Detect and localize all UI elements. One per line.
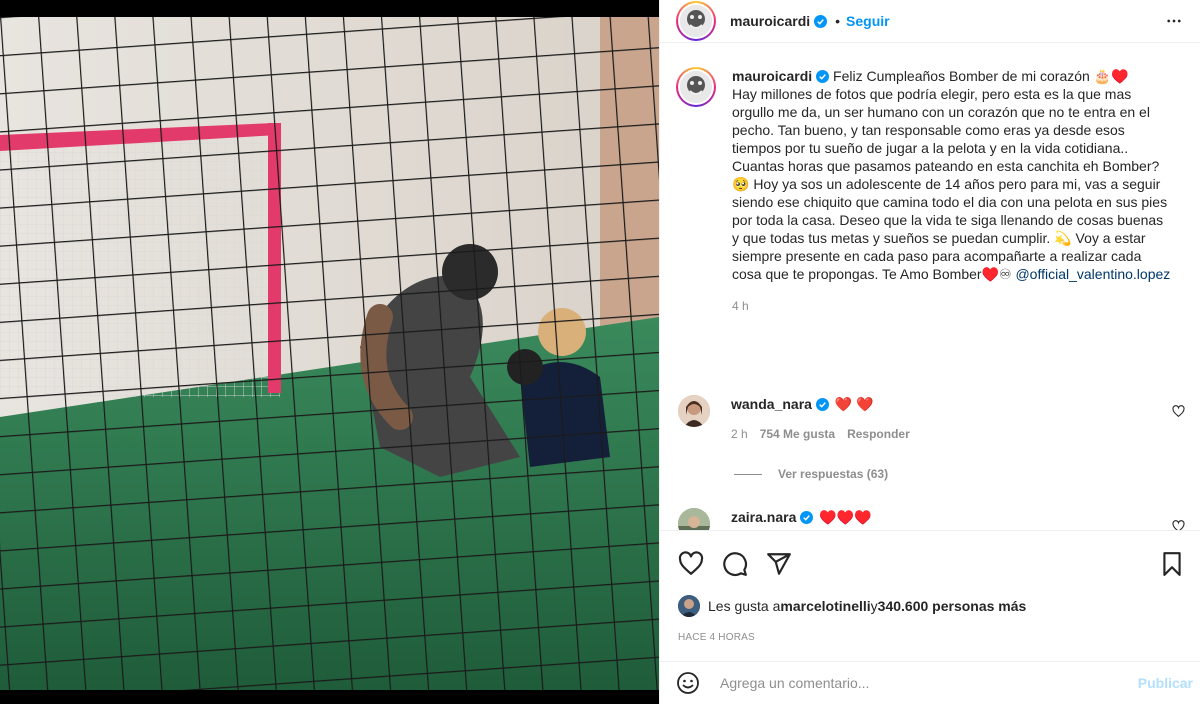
follow-button[interactable]: Seguir <box>846 13 890 29</box>
comment-item: wanda_nara ❤️ ❤️ 2 h 754 Me gusta Responde… <box>676 395 1185 443</box>
photo-illustration <box>0 17 659 690</box>
post-header: mauroicardi • Seguir <box>660 0 1200 43</box>
post-photo[interactable] <box>0 0 659 704</box>
verified-badge-icon <box>814 14 828 28</box>
comments-section[interactable]: mauroicardi Feliz Cumpleaños Bomber de m… <box>660 53 1200 530</box>
post-timestamp[interactable]: HACE 4 HORAS <box>678 632 755 643</box>
action-bar <box>676 551 1185 579</box>
post-details-panel: mauroicardi • Seguir mauroicardi Feliz C… <box>659 0 1200 704</box>
comment-text: ❤️ ❤️ <box>834 396 874 412</box>
comment-icon[interactable] <box>722 551 748 577</box>
likes-summary[interactable]: Les gusta a marcelotinelli y 340.600 per… <box>678 595 1026 617</box>
comment-text: ♥️♥️♥️ <box>819 509 872 525</box>
comment-avatar[interactable] <box>678 508 710 530</box>
comment-item: zaira.nara ♥️♥️♥️ <box>676 508 1185 530</box>
caption-time: 4 h <box>732 299 749 313</box>
verified-badge-icon <box>815 398 829 411</box>
post-actions-section: Les gusta a marcelotinelli y 340.600 per… <box>660 530 1200 652</box>
caption-username[interactable]: mauroicardi <box>732 68 812 84</box>
bookmark-icon[interactable] <box>1159 551 1185 577</box>
add-comment-bar: Publicar <box>660 661 1200 704</box>
separator-dot: • <box>835 13 841 29</box>
comment-username[interactable]: zaira.nara <box>731 509 796 525</box>
caption-avatar[interactable] <box>676 67 716 107</box>
replies-divider <box>734 473 762 475</box>
caption: mauroicardi Feliz Cumpleaños Bomber de m… <box>676 53 1185 315</box>
share-icon[interactable] <box>766 551 792 577</box>
instagram-post: mauroicardi • Seguir mauroicardi Feliz C… <box>0 0 1200 704</box>
liker-avatar[interactable] <box>678 595 700 617</box>
heart-icon[interactable] <box>678 551 704 577</box>
verified-badge-icon <box>800 511 814 524</box>
comment-avatar[interactable] <box>678 395 710 427</box>
emoji-icon[interactable] <box>676 671 700 695</box>
liker-username[interactable]: marcelotinelli <box>780 598 870 614</box>
comment-likes[interactable]: 754 Me gusta <box>760 427 835 441</box>
comment-input[interactable] <box>720 675 1100 691</box>
comment-time: 2 h <box>731 427 748 441</box>
caption-text: Feliz Cumpleaños Bomber de mi corazón 🎂♥… <box>732 68 1168 282</box>
author-username[interactable]: mauroicardi <box>730 13 810 29</box>
view-replies-label: Ver respuestas (63) <box>778 467 889 481</box>
more-options-icon[interactable] <box>1165 12 1183 30</box>
comment-like-heart-icon[interactable] <box>1172 520 1185 530</box>
caption-mention-link[interactable]: @official_valentino.lopez <box>1015 266 1170 282</box>
comment-like-heart-icon[interactable] <box>1172 405 1185 418</box>
comment-username[interactable]: wanda_nara <box>731 396 812 412</box>
likes-middle: y <box>870 598 878 614</box>
view-replies-button[interactable]: Ver respuestas (63) <box>734 467 888 481</box>
reply-button[interactable]: Responder <box>847 427 910 441</box>
verified-badge-icon <box>816 70 830 83</box>
likes-prefix: Les gusta a <box>708 598 781 614</box>
likes-count[interactable]: 340.600 personas más <box>878 598 1027 614</box>
publish-button[interactable]: Publicar <box>1138 675 1193 691</box>
author-avatar[interactable] <box>676 1 716 41</box>
